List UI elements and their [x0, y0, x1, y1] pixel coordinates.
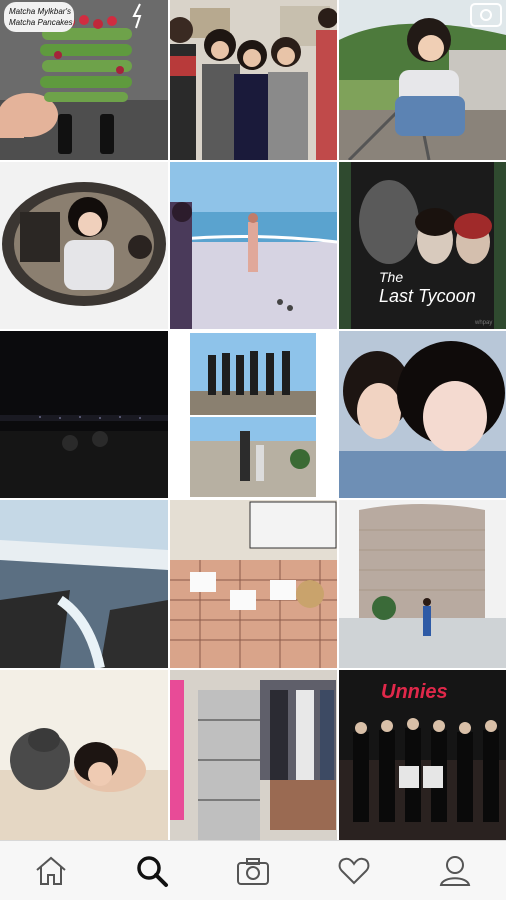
caption-line-2: Matcha Pancakes	[9, 18, 73, 27]
group-selfie-photo[interactable]	[170, 0, 337, 160]
explore-grid: Matcha Mylkbar's Matcha Pancakes The Las…	[0, 0, 506, 840]
profile-tab[interactable]	[404, 841, 505, 900]
railway-portrait-video[interactable]	[339, 0, 506, 160]
home-tab[interactable]	[0, 841, 101, 900]
poster-title-line-1: The	[379, 269, 403, 285]
poster-footer: whpay	[474, 320, 492, 326]
wardrobe-room-photo[interactable]	[170, 670, 337, 840]
matcha-pancakes-photo[interactable]: Matcha Mylkbar's Matcha Pancakes	[0, 0, 168, 160]
poster-title-line-2: Last Tycoon	[379, 286, 476, 306]
search-tab[interactable]	[101, 841, 202, 900]
movie-poster-photo[interactable]: The Last Tycoon whpay	[339, 162, 506, 329]
activity-tab[interactable]	[303, 841, 404, 900]
market-stall-photo[interactable]	[170, 500, 337, 668]
girl-with-dog-photo[interactable]	[0, 670, 168, 840]
camera-icon	[236, 857, 269, 885]
museum-building-photo[interactable]	[339, 500, 506, 668]
bottom-tab-bar	[0, 840, 506, 900]
beach-collage-photo[interactable]	[170, 331, 337, 498]
poster-title: Unnies	[381, 681, 448, 703]
search-icon	[136, 855, 168, 887]
person-icon	[439, 855, 470, 886]
beach-photo[interactable]	[170, 162, 337, 329]
two-girls-selfie-photo[interactable]	[339, 331, 506, 498]
caption-line-1: Matcha Mylkbar's	[9, 7, 71, 16]
heart-icon	[338, 857, 369, 884]
camera-tab[interactable]	[202, 841, 303, 900]
night-city-view-photo[interactable]	[0, 331, 168, 498]
home-icon	[35, 856, 66, 885]
fisheye-portrait-photo[interactable]	[0, 162, 168, 329]
unnies-poster-photo[interactable]: Unnies	[339, 670, 506, 840]
waterfall-landscape-photo[interactable]	[0, 500, 168, 668]
